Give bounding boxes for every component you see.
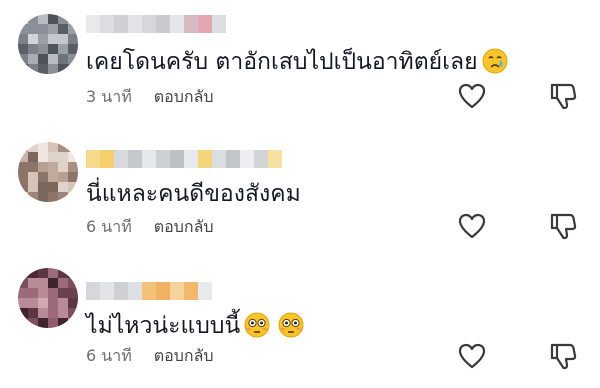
avatar[interactable]: [18, 142, 78, 202]
comment-text-content: เคยโดนครับ ตาอักเสบไปเป็นอาทิตย์เลย: [86, 49, 478, 75]
username-blurred[interactable]: [86, 282, 212, 300]
comment-item-1: เคยโดนครับ ตาอักเสบไปเป็นอาทิตย์เลย 3 นา…: [0, 0, 600, 128]
comment-time: 6 นาที: [86, 217, 132, 236]
comment-item-3: ไม่ไหวน่ะแบบนี้ 6 นาที ตอบกลับ: [0, 256, 600, 384]
comment-text-content: ไม่ไหวน่ะแบบนี้: [86, 313, 241, 339]
comment-time: 3 นาที: [86, 87, 132, 106]
avatar[interactable]: [18, 14, 78, 74]
username-blurred[interactable]: [86, 15, 226, 33]
comment-meta: 3 นาที ตอบกลับ: [86, 86, 214, 108]
flushed-face-emoji-icon: [278, 312, 304, 338]
comment-text: นี่แหละคนดีของสังคม: [86, 179, 301, 209]
crying-face-emoji-icon: [482, 48, 508, 74]
heart-outline-icon: [458, 213, 486, 239]
thumbs-down-outline-icon: [550, 343, 577, 370]
comment-time: 6 นาที: [86, 346, 132, 365]
heart-outline-icon: [458, 343, 486, 369]
like-button[interactable]: [457, 341, 487, 371]
comment-text-content: นี่แหละคนดีของสังคม: [86, 181, 301, 207]
dislike-button[interactable]: [548, 211, 578, 241]
comment-text: เคยโดนครับ ตาอักเสบไปเป็นอาทิตย์เลย: [86, 47, 508, 77]
comment-text: ไม่ไหวน่ะแบบนี้: [86, 311, 304, 341]
reply-button[interactable]: ตอบกลับ: [154, 346, 214, 365]
flushed-face-emoji-icon: [244, 312, 270, 338]
like-button[interactable]: [457, 211, 487, 241]
like-button[interactable]: [457, 81, 487, 111]
thumbs-down-outline-icon: [550, 83, 577, 110]
avatar[interactable]: [18, 268, 78, 328]
username-blurred[interactable]: [86, 150, 282, 168]
comment-meta: 6 นาที ตอบกลับ: [86, 345, 214, 367]
comment-item-2: นี่แหละคนดีของสังคม 6 นาที ตอบกลับ: [0, 128, 600, 256]
heart-outline-icon: [458, 83, 486, 109]
dislike-button[interactable]: [548, 341, 578, 371]
comment-meta: 6 นาที ตอบกลับ: [86, 216, 214, 238]
thumbs-down-outline-icon: [550, 213, 577, 240]
dislike-button[interactable]: [548, 81, 578, 111]
reply-button[interactable]: ตอบกลับ: [154, 87, 214, 106]
reply-button[interactable]: ตอบกลับ: [154, 217, 214, 236]
